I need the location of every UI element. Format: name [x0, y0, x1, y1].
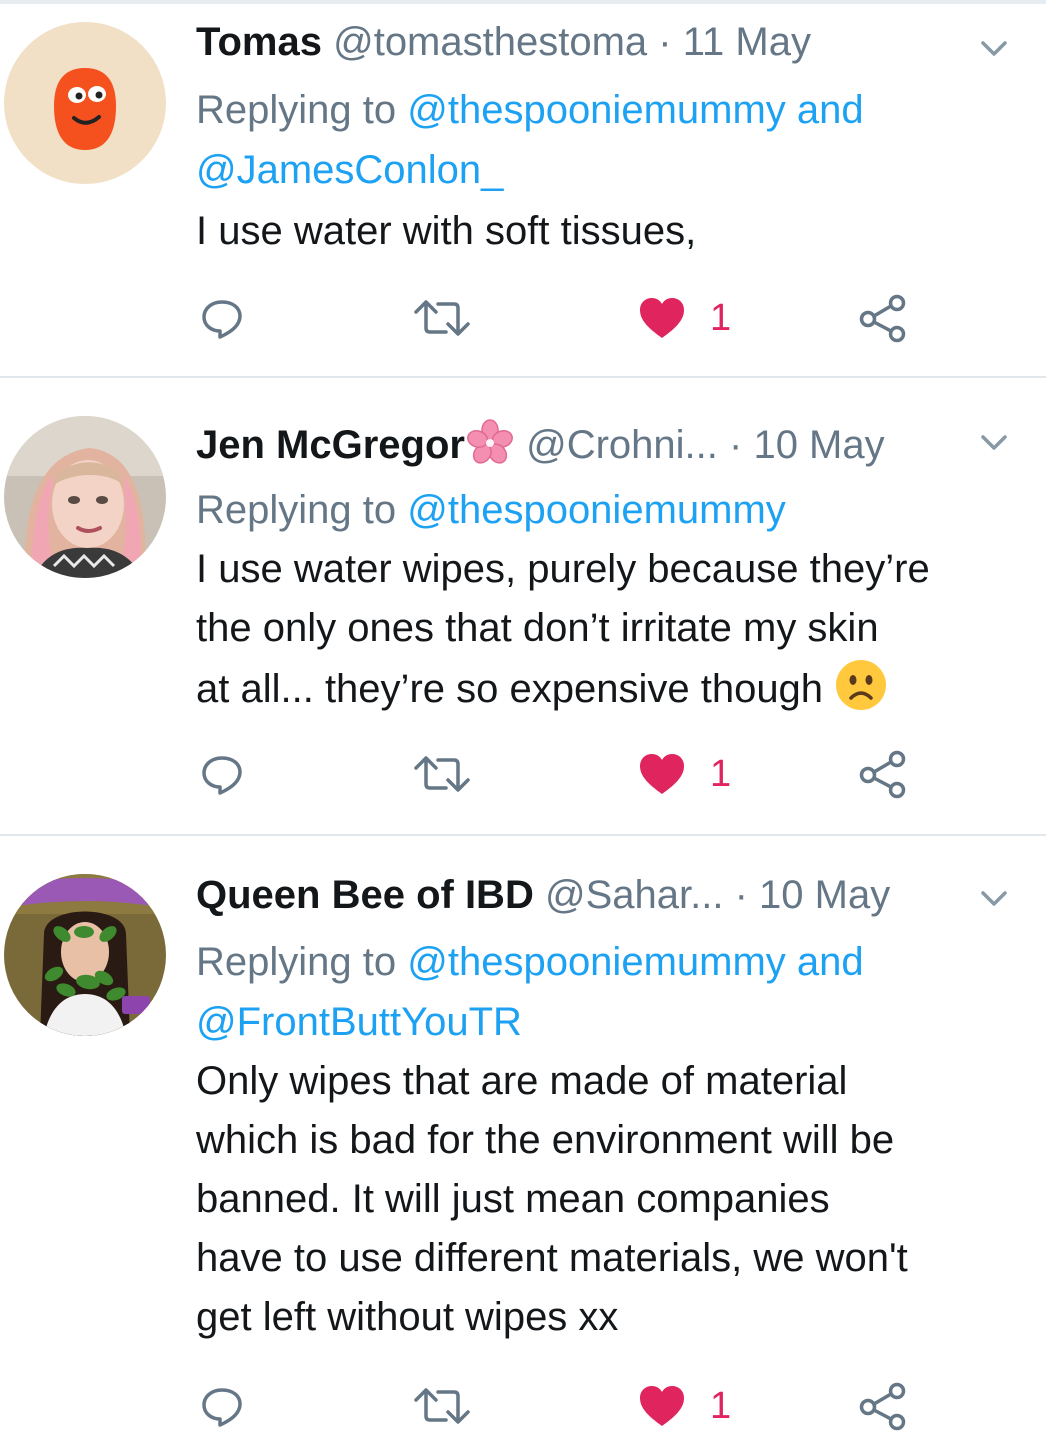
tweet-date[interactable]: 11 May	[683, 20, 811, 64]
chevron-down-icon[interactable]	[974, 422, 1014, 462]
avatar-tomas[interactable]	[4, 22, 166, 184]
retweet-button[interactable]	[410, 1376, 474, 1436]
display-name[interactable]: Tomas	[196, 20, 322, 64]
share-button[interactable]	[857, 744, 909, 804]
tweet-queen-bee-of-ibd[interactable]: Queen Bee of IBD @Sahar... · 10 May Repl…	[0, 836, 1046, 1454]
tweet-actions: 1	[0, 744, 1046, 804]
tweet-text-line: at all... they’re so expensive though	[196, 658, 1026, 719]
tweet-header: Jen McGregor @Crohni... · 10 May	[196, 418, 885, 468]
heart-icon	[640, 754, 684, 794]
tweet-text-line: Only wipes that are made of material	[196, 1059, 848, 1103]
replying-prefix: Replying to	[196, 488, 408, 532]
tweet-actions: 1	[0, 1376, 1046, 1436]
tweet-text: I use water with soft tissues,	[196, 202, 1026, 261]
tweet-header: Tomas @tomasthestoma · 11 May	[196, 17, 811, 67]
replying-mentions[interactable]: @thespooniemummy and	[407, 940, 863, 984]
like-count: 1	[710, 752, 732, 795]
separator-dot: ·	[734, 873, 748, 917]
retweet-button[interactable]	[410, 744, 474, 804]
like-button[interactable]: 1	[638, 1376, 731, 1436]
tweet-text-line: have to use different materials, we won'…	[196, 1236, 908, 1280]
replying-mentions[interactable]: @thespooniemummy and	[407, 88, 863, 132]
display-name[interactable]: Queen Bee of IBD	[196, 873, 534, 917]
user-handle[interactable]: @Crohni...	[526, 423, 718, 467]
reply-icon	[202, 300, 242, 339]
like-count: 1	[710, 296, 732, 339]
tweet-text: Only wipes that are made of material whi…	[196, 1052, 1026, 1347]
tweet-text-line: banned. It will just mean companies	[196, 1177, 830, 1221]
tweet-text-line: I use water wipes, purely because they’r…	[196, 547, 930, 591]
retweet-icon	[414, 756, 470, 792]
share-icon	[859, 1382, 906, 1431]
chevron-down-icon[interactable]	[974, 878, 1014, 918]
separator-dot: ·	[658, 20, 672, 64]
replying-prefix: Replying to	[196, 88, 408, 132]
replying-to: Replying to @thespooniemummy and @JamesC…	[196, 80, 1016, 200]
replying-to: Replying to @thespooniemummy and @FrontB…	[196, 932, 1016, 1052]
tweet-text-line: which is bad for the environment will be	[196, 1118, 895, 1162]
tweet-date[interactable]: 10 May	[759, 873, 890, 917]
separator-dot: ·	[729, 423, 743, 467]
heart-icon	[640, 1386, 684, 1426]
reply-button[interactable]	[198, 1376, 246, 1436]
avatar-queen-bee-of-ibd[interactable]	[4, 874, 166, 1036]
reply-button[interactable]	[198, 288, 246, 348]
heart-icon	[640, 298, 684, 338]
reply-icon	[202, 1388, 242, 1427]
tweet-jen-mcgregor[interactable]: Jen McGregor @Crohni... · 10 May Replyin…	[0, 378, 1046, 834]
share-icon	[859, 750, 906, 799]
replying-prefix: Replying to	[196, 940, 408, 984]
reply-icon	[202, 756, 242, 795]
tweet-text-line: I use water with soft tissues,	[196, 209, 697, 253]
display-name[interactable]: Jen McGregor	[196, 423, 465, 467]
like-count: 1	[710, 1384, 732, 1427]
frowning-face-icon	[834, 658, 888, 712]
replying-to: Replying to @thespooniemummy	[196, 480, 1016, 540]
retweet-button[interactable]	[410, 288, 474, 348]
replying-mention[interactable]: @JamesConlon_	[196, 148, 503, 192]
avatar-jen-mcgregor[interactable]	[4, 416, 166, 578]
share-icon	[859, 294, 906, 343]
share-button[interactable]	[857, 288, 909, 348]
chevron-down-icon[interactable]	[974, 28, 1014, 68]
tweet-text: I use water wipes, purely because they’r…	[196, 540, 1026, 719]
tweet-text-line: the only ones that don’t irritate my ski…	[196, 606, 879, 650]
retweet-icon	[414, 300, 470, 336]
reply-button[interactable]	[198, 744, 246, 804]
share-button[interactable]	[857, 1376, 909, 1436]
tweet-tomas[interactable]: Tomas @tomasthestoma · 11 May Replying t…	[0, 0, 1046, 376]
tweet-actions: 1	[0, 288, 1046, 348]
tweet-text-line: get left without wipes xx	[196, 1295, 619, 1339]
user-handle[interactable]: @tomasthestoma	[333, 20, 647, 64]
tweet-header: Queen Bee of IBD @Sahar... · 10 May	[196, 870, 890, 920]
replying-mention[interactable]: @FrontButtYouTR	[196, 1000, 522, 1044]
retweet-icon	[414, 1388, 470, 1424]
like-button[interactable]: 1	[638, 744, 731, 804]
cherry-blossom-icon	[465, 418, 515, 468]
like-button[interactable]: 1	[638, 288, 731, 348]
replying-mention[interactable]: @thespooniemummy	[407, 488, 786, 532]
tweet-date[interactable]: 10 May	[753, 423, 884, 467]
tweet-text-line-content: at all... they’re so expensive though	[196, 667, 824, 711]
user-handle[interactable]: @Sahar...	[545, 873, 723, 917]
